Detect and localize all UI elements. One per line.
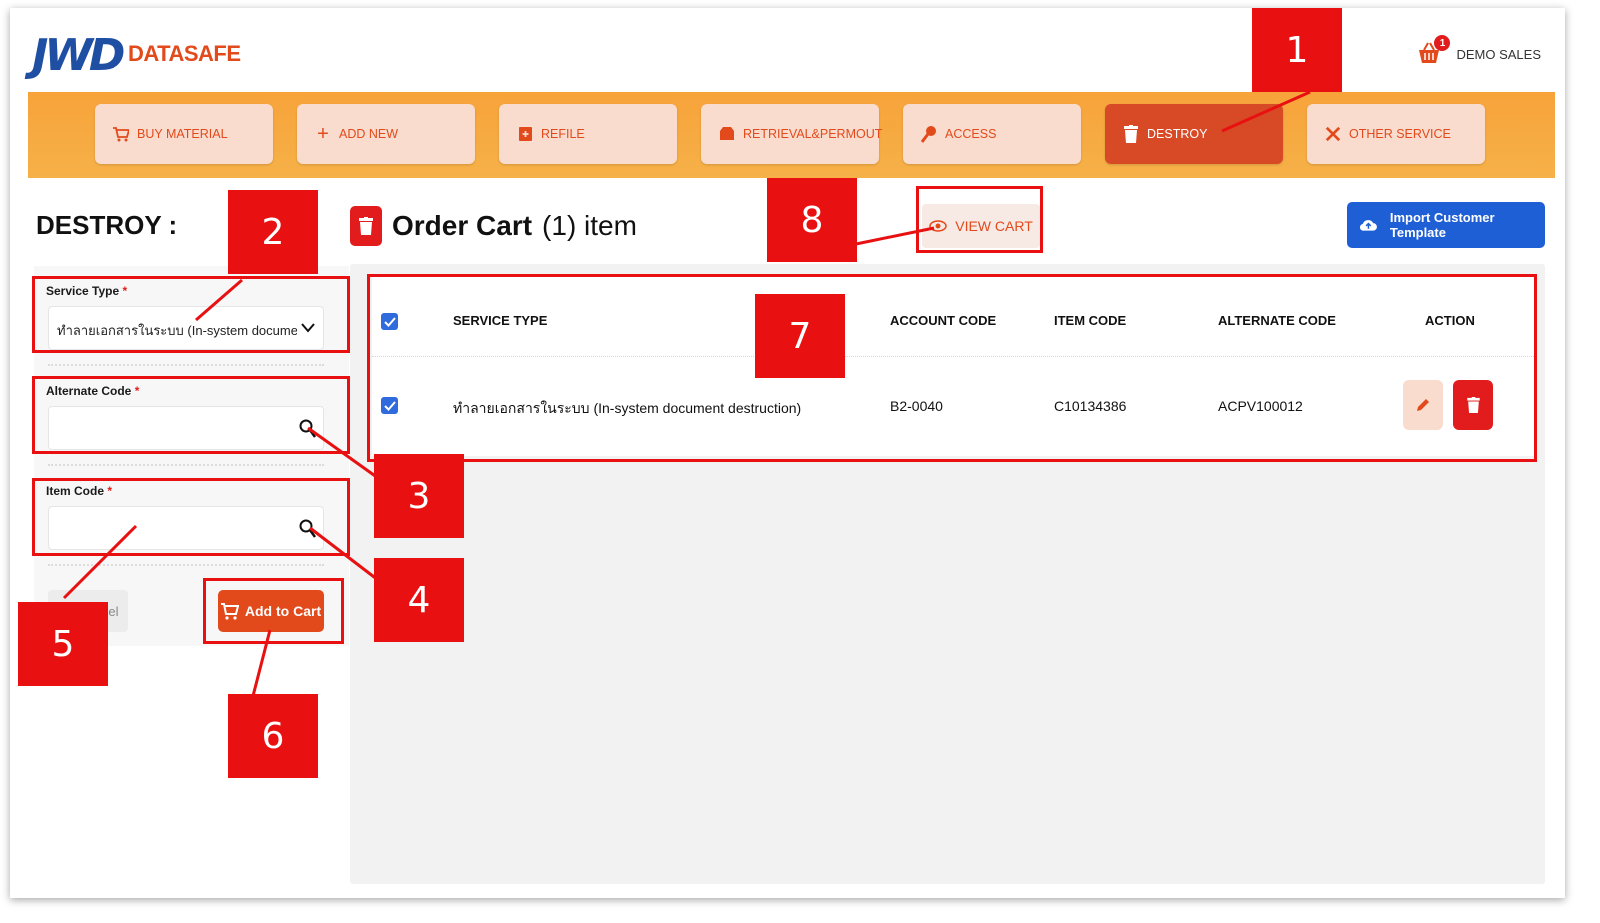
- nav-other-service[interactable]: OTHER SERVICE: [1307, 104, 1485, 164]
- nav-retrieval-permout[interactable]: RETRIEVAL&PERMOUT: [701, 104, 883, 164]
- nav-label: RETRIEVAL&PERMOUT: [743, 127, 883, 141]
- divider: [48, 464, 324, 466]
- logo-mark: JWD: [32, 30, 125, 81]
- tools-icon: [1325, 126, 1341, 142]
- nav-label: ADD NEW: [339, 127, 399, 141]
- cloud-upload-icon: [1359, 220, 1377, 231]
- nav-add-new[interactable]: + ADD NEW: [297, 104, 475, 164]
- nav-label: DESTROY: [1147, 127, 1208, 141]
- annotation-frame: [203, 578, 344, 644]
- nav-label: BUY MATERIAL: [137, 127, 228, 141]
- annotation-marker: 2: [228, 190, 318, 274]
- nav-destroy[interactable]: DESTROY: [1105, 104, 1283, 164]
- user-name[interactable]: DEMO SALES: [1456, 47, 1541, 62]
- cart-count-badge: 1: [1434, 35, 1451, 51]
- trash-icon: [1123, 125, 1139, 143]
- annotation-marker: 3: [374, 454, 464, 538]
- annotation-frame: [367, 274, 1537, 462]
- cart-button[interactable]: 1: [1416, 35, 1451, 67]
- box-icon: [719, 126, 735, 142]
- logo-text: DATASAFE: [128, 41, 241, 66]
- nav-access[interactable]: ACCESS: [903, 104, 1081, 164]
- nav-label: REFILE: [541, 127, 585, 141]
- annotation-marker: 7: [755, 294, 845, 378]
- trash-icon: [350, 206, 382, 246]
- divider: [48, 364, 324, 366]
- annotation-frame: [32, 478, 350, 556]
- import-customer-template-button[interactable]: Import Customer Template: [1347, 202, 1545, 248]
- nav-refile[interactable]: REFILE: [499, 104, 677, 164]
- page-title: DESTROY :: [36, 210, 178, 240]
- service-nav: BUY MATERIAL + ADD NEW REFILE RETRIEVAL&…: [28, 92, 1555, 178]
- cart-count: (1) item: [542, 210, 637, 241]
- import-label: Import Customer Template: [1389, 210, 1495, 240]
- nav-buy-material[interactable]: BUY MATERIAL: [95, 104, 273, 164]
- nav-label: ACCESS: [945, 127, 997, 141]
- user-area: 1 DEMO SALES: [1416, 35, 1541, 67]
- annotation-marker: 8: [767, 178, 857, 262]
- annotation-marker: 5: [18, 602, 108, 686]
- key-icon: [921, 126, 937, 143]
- divider: [48, 564, 324, 566]
- annotation-frame: [32, 376, 350, 454]
- cart-icon: [113, 126, 129, 142]
- annotation-marker: 4: [374, 558, 464, 642]
- app-window: JWD DATASAFE 1 DEMO SALES BUY MATERIAL +…: [10, 8, 1565, 898]
- annotation-frame: [32, 276, 350, 353]
- annotation-marker: 1: [1252, 8, 1342, 92]
- plus-icon: +: [317, 122, 329, 145]
- nav-label: OTHER SERVICE: [1349, 127, 1451, 141]
- cart-header: Order Cart (1) item: [350, 206, 637, 246]
- annotation-frame: [916, 186, 1043, 253]
- cart-title: Order Cart: [392, 210, 533, 241]
- file-plus-icon: [517, 126, 533, 142]
- annotation-marker: 6: [228, 694, 318, 778]
